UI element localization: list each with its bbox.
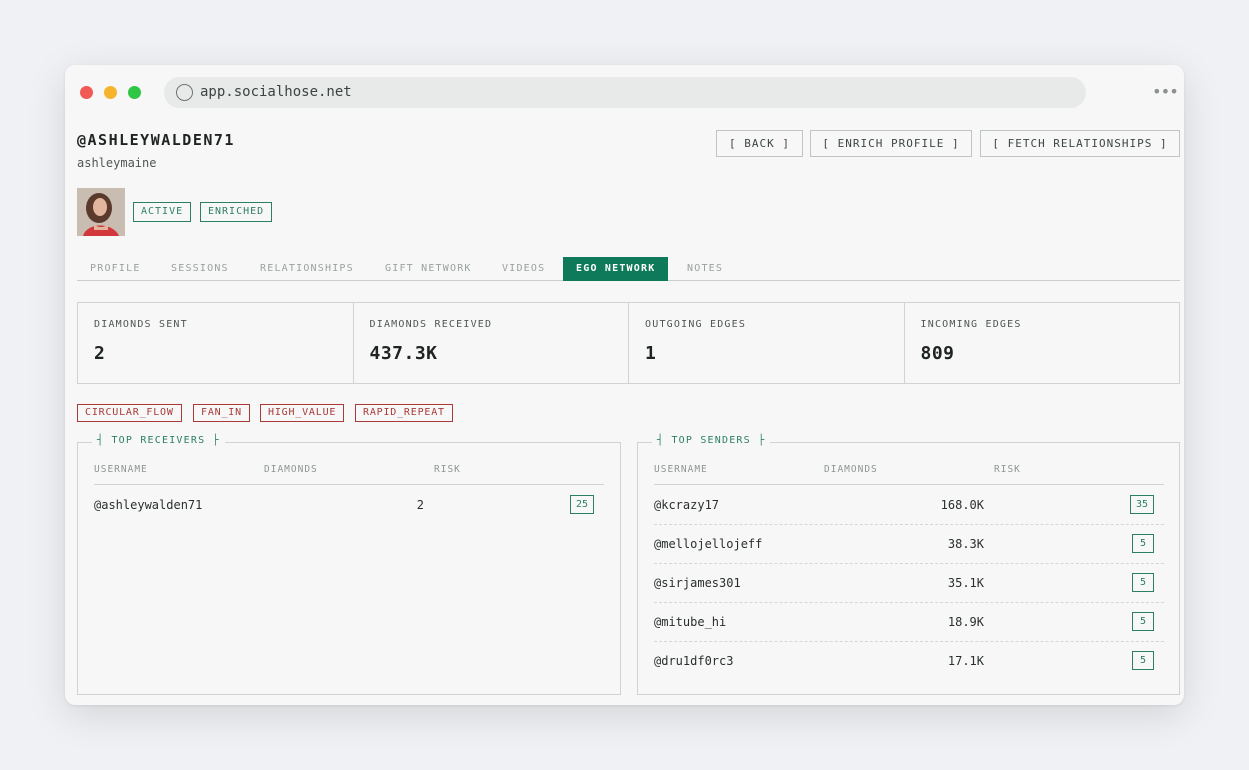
stat-label: OUTGOING EDGES: [645, 319, 747, 330]
stat-label: DIAMONDS SENT: [94, 319, 188, 330]
stats-panel: DIAMONDS SENT 2 DIAMONDS RECEIVED 437.3K…: [77, 302, 1180, 384]
row-diamonds: 2: [416, 498, 424, 512]
risk-badge: 5: [1132, 534, 1154, 553]
flag-circular-flow: CIRCULAR_FLOW: [77, 404, 182, 422]
table-header: USERNAME DIAMONDS RISK: [94, 464, 604, 485]
table-row[interactable]: @mellojellojeff 38.3K 5: [654, 525, 1164, 564]
stat-label: DIAMONDS RECEIVED: [369, 319, 493, 330]
table-row[interactable]: @kcrazy17 168.0K 35: [654, 486, 1164, 525]
column-header-risk: RISK: [434, 464, 461, 475]
more-options-icon[interactable]: •••: [1152, 82, 1179, 101]
stat-incoming-edges: INCOMING EDGES 809: [905, 303, 1180, 383]
column-header-diamonds: DIAMONDS: [264, 464, 318, 475]
risk-badge: 5: [1132, 612, 1154, 631]
tab-profile[interactable]: PROFILE: [77, 257, 154, 281]
stat-diamonds-sent: DIAMONDS SENT 2: [78, 303, 354, 383]
row-diamonds: 38.3K: [947, 537, 984, 551]
stat-outgoing-edges: OUTGOING EDGES 1: [629, 303, 905, 383]
tab-bar: PROFILE SESSIONS RELATIONSHIPS GIFT NETW…: [77, 257, 1180, 281]
profile-username: @ASHLEYWALDEN71: [77, 131, 235, 149]
table-row[interactable]: @mitube_hi 18.9K 5: [654, 603, 1164, 642]
flag-fan-in: FAN_IN: [193, 404, 250, 422]
table-row[interactable]: @ashleywalden71 2 25: [94, 486, 604, 525]
tab-gift-network[interactable]: GIFT NETWORK: [372, 257, 485, 281]
avatar: [77, 188, 125, 236]
stat-diamonds-received: DIAMONDS RECEIVED 437.3K: [354, 303, 629, 383]
table-row[interactable]: @sirjames301 35.1K 5: [654, 564, 1164, 603]
row-diamonds: 18.9K: [947, 615, 984, 629]
row-username[interactable]: @sirjames301: [654, 576, 741, 590]
risk-badge: 35: [1129, 495, 1154, 514]
top-receivers-title: ┤ TOP RECEIVERS ├: [92, 435, 225, 446]
top-receivers-panel: ┤ TOP RECEIVERS ├ USERNAME DIAMONDS RISK…: [77, 435, 621, 695]
tab-ego-network[interactable]: EGO NETWORK: [563, 257, 669, 281]
stat-value: 437.3K: [369, 343, 438, 364]
table-header: USERNAME DIAMONDS RISK: [654, 464, 1164, 485]
tab-notes[interactable]: NOTES: [674, 257, 736, 281]
tab-relationships[interactable]: RELATIONSHIPS: [247, 257, 367, 281]
stat-value: 809: [920, 343, 955, 364]
tab-sessions[interactable]: SESSIONS: [158, 257, 242, 281]
risk-badge: 5: [1132, 651, 1154, 670]
globe-icon: [176, 84, 193, 101]
browser-window: app.socialhose.net ••• @ASHLEYWALDEN71 a…: [65, 65, 1184, 705]
row-diamonds: 17.1K: [947, 654, 984, 668]
maximize-window-button[interactable]: [128, 86, 141, 99]
table-row[interactable]: @dru1df0rc3 17.1K 5: [654, 642, 1164, 681]
row-username[interactable]: @ashleywalden71: [94, 498, 202, 512]
top-senders-title: ┤ TOP SENDERS ├: [652, 435, 771, 446]
column-header-username: USERNAME: [654, 464, 708, 475]
fetch-relationships-button[interactable]: [ FETCH RELATIONSHIPS ]: [980, 130, 1180, 157]
stat-value: 1: [645, 343, 657, 364]
top-senders-panel: ┤ TOP SENDERS ├ USERNAME DIAMONDS RISK @…: [637, 435, 1180, 695]
flag-rapid-repeat: RAPID_REPEAT: [355, 404, 453, 422]
minimize-window-button[interactable]: [104, 86, 117, 99]
column-header-diamonds: DIAMONDS: [824, 464, 878, 475]
tab-videos[interactable]: VIDEOS: [489, 257, 558, 281]
status-badge-active: ACTIVE: [133, 202, 192, 222]
enrich-profile-button[interactable]: [ ENRICH PROFILE ]: [810, 130, 972, 157]
status-badge-enriched: ENRICHED: [200, 202, 273, 222]
address-bar[interactable]: app.socialhose.net: [164, 77, 1086, 108]
column-header-username: USERNAME: [94, 464, 148, 475]
url-text: app.socialhose.net: [200, 84, 352, 100]
risk-badge: 5: [1132, 573, 1154, 592]
row-username[interactable]: @kcrazy17: [654, 498, 719, 512]
row-username[interactable]: @mellojellojeff: [654, 537, 762, 551]
back-button[interactable]: [ BACK ]: [716, 130, 803, 157]
risk-badge: 25: [569, 495, 594, 514]
row-username[interactable]: @dru1df0rc3: [654, 654, 733, 668]
row-diamonds: 35.1K: [947, 576, 984, 590]
stat-value: 2: [94, 343, 106, 364]
row-diamonds: 168.0K: [940, 498, 984, 512]
flag-high-value: HIGH_VALUE: [260, 404, 345, 422]
row-username[interactable]: @mitube_hi: [654, 615, 726, 629]
close-window-button[interactable]: [80, 86, 93, 99]
profile-handle: ashleymaine: [77, 156, 157, 170]
column-header-risk: RISK: [994, 464, 1021, 475]
stat-label: INCOMING EDGES: [920, 319, 1022, 330]
